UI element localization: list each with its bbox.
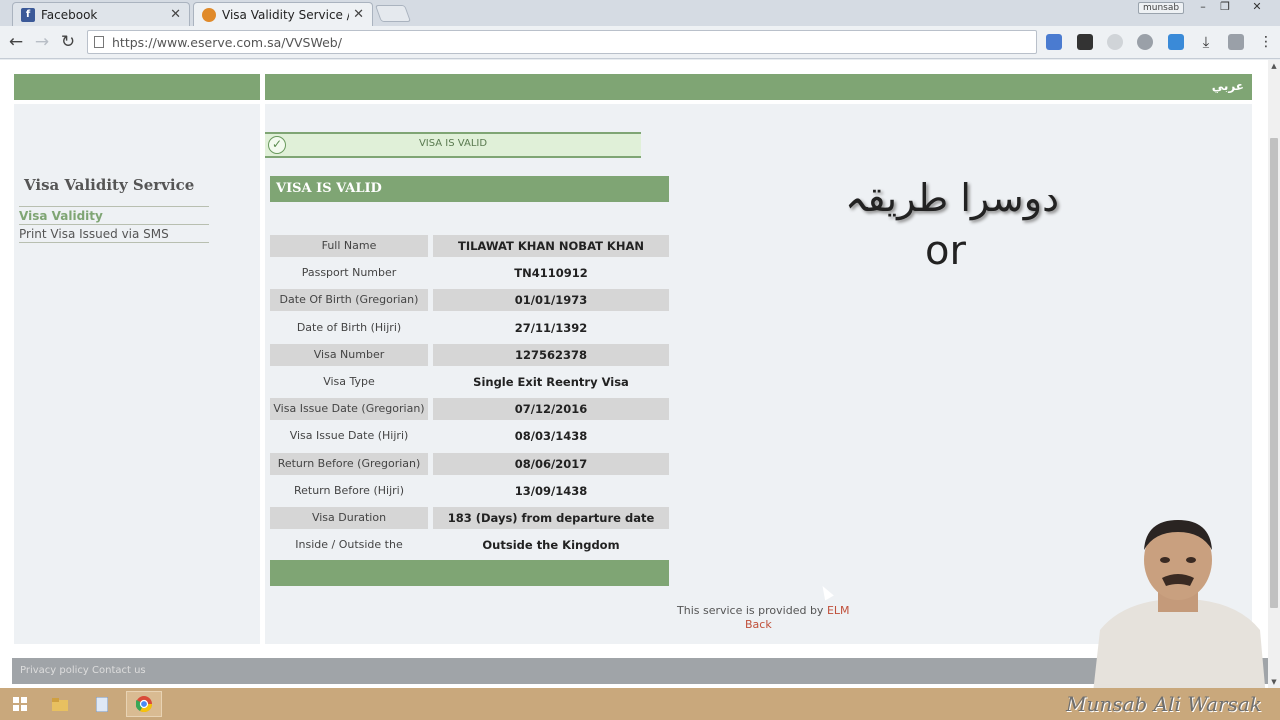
back-arrow-icon[interactable]: ← [6,32,26,52]
field-label: Full Name [270,235,428,257]
browser-toolbar: ← → ↻ https://www.eserve.com.sa/VVSWeb/ … [0,26,1280,59]
table-row: Visa Type Single Exit Reentry Visa [270,369,669,396]
field-label: Passport Number [301,266,397,280]
table-row: Visa Issue Date (Hijri) 08/03/1438 [270,423,669,450]
left-header-bar [14,74,260,100]
address-bar[interactable]: https://www.eserve.com.sa/VVSWeb/ [87,30,1037,54]
facebook-icon: f [21,7,35,22]
field-label: Visa Number [270,343,428,366]
field-value: 127562378 [433,343,669,366]
vertical-scrollbar[interactable]: ▲ ▼ [1268,60,1280,688]
field-label: Date of Birth (Hijri) [296,320,402,334]
scroll-down-arrow-icon[interactable]: ▼ [1268,678,1280,686]
chat-extension-icon[interactable] [1137,34,1153,50]
site-favicon-icon [202,7,216,22]
field-label: Visa Issue Date (Gregorian) [270,398,428,421]
field-value: Outside the Kingdom [482,538,620,553]
screen-extension-icon[interactable] [1168,34,1184,50]
field-label: Date Of Birth (Gregorian) [270,289,428,312]
right-header-bar: عربي [265,74,1252,100]
forward-arrow-icon[interactable]: → [32,32,52,52]
elm-link[interactable]: ELM [827,604,850,617]
arabic-language-link[interactable]: عربي [1212,79,1244,93]
table-row: Passport Number TN4110912 [270,260,669,287]
provided-by-text: This service is provided by ELM [677,604,850,617]
minimize-icon[interactable]: – [1192,0,1214,14]
status-banner: ✓ VISA IS VALID [265,132,641,158]
profile-badge[interactable]: munsab [1138,2,1185,14]
new-tab-button[interactable] [374,5,412,22]
table-row: Date of Birth (Hijri) 27/11/1392 [270,315,669,342]
field-label: Visa Duration [270,506,428,529]
reload-icon[interactable]: ↻ [58,32,78,52]
page-icon [94,36,104,48]
scroll-up-arrow-icon[interactable]: ▲ [1268,62,1280,70]
field-value: TILAWAT KHAN NOBAT KHAN [433,235,669,257]
field-label: Return Before (Gregorian) [270,452,428,475]
mouse-cursor-icon [818,583,834,601]
field-value: 01/01/1973 [433,289,669,312]
tab-facebook[interactable]: f Facebook ✕ [12,2,190,26]
table-row: Full Name TILAWAT KHAN NOBAT KHAN [270,233,669,260]
file-explorer-icon[interactable] [42,691,78,717]
sidebar: Visa Validity Service Visa Validity Prin… [14,104,260,644]
field-value: 27/11/1392 [514,320,588,335]
table-row: Visa Number 127562378 [270,342,669,369]
overlay-urdu-caption: دوسرا طریقہ [845,176,1059,220]
field-value: 08/03/1438 [514,429,588,444]
notepad-icon[interactable] [84,691,120,717]
page-footer-bar: Privacy policy Contact us [12,658,1268,684]
field-label: Visa Issue Date (Hijri) [289,429,409,443]
visa-details-table: Full Name TILAWAT KHAN NOBAT KHAN Passport… [270,233,669,573]
field-value: TN4110912 [514,266,588,281]
browser-tab-bar: f Facebook ✕ Visa Validity Service / برة… [0,0,1280,26]
watermark: Munsab Ali Warsak [1066,692,1262,716]
visa-table-footer-bar [270,560,669,586]
overlay-or-caption: or [925,228,966,274]
field-value: 07/12/2016 [433,398,669,421]
restore-icon[interactable]: ❐ [1214,0,1236,14]
table-row: Inside / Outside the Kingdom Outside the … [270,532,669,573]
tab-title: Facebook [41,7,98,22]
close-tab-icon[interactable]: ✕ [170,7,181,22]
contact-us-link[interactable]: Contact us [92,665,146,676]
field-label: Return Before (Hijri) [293,483,404,497]
table-row: Visa Issue Date (Gregorian) 07/12/2016 [270,396,669,423]
url-text: https://www.eserve.com.sa/VVSWeb/ [112,34,342,50]
table-row: Return Before (Gregorian) 08/06/2017 [270,451,669,478]
table-row: Return Before (Hijri) 13/09/1438 [270,478,669,505]
sidebar-item-print-visa-sms[interactable]: Print Visa Issued via SMS [19,224,209,243]
sidebar-item-visa-validity[interactable]: Visa Validity [19,206,209,224]
close-tab-icon[interactable]: ✕ [353,7,364,22]
store-extension-icon[interactable] [1077,34,1093,50]
windows-start-icon[interactable] [2,691,38,717]
status-banner-text: VISA IS VALID [418,138,488,149]
visa-result-heading: VISA IS VALID [270,176,669,202]
sidebar-title: Visa Validity Service [24,176,195,194]
vertical-scrollbar-thumb[interactable] [1270,138,1278,608]
tab-title: Visa Validity Service / برة [222,7,349,22]
field-value: 13/09/1438 [514,483,588,498]
download-icon[interactable]: ⤓ [1198,34,1214,50]
chrome-taskbar-icon[interactable] [126,691,162,717]
close-window-icon[interactable]: ✕ [1246,0,1268,14]
field-value: Single Exit Reentry Visa [473,374,629,389]
web-page: عربي Visa Validity Service Visa Validity… [0,60,1268,688]
back-link[interactable]: Back [745,618,772,631]
table-row: Visa Duration 183 (Days) from departure d… [270,505,669,532]
privacy-policy-link[interactable]: Privacy policy [20,665,89,676]
blocked-extension-icon[interactable] [1107,34,1123,50]
translate-extension-icon[interactable] [1046,34,1062,50]
field-value: 08/06/2017 [433,452,669,475]
field-value: 183 (Days) from departure date [433,506,669,529]
table-row: Date Of Birth (Gregorian) 01/01/1973 [270,287,669,314]
tab-visa-validity[interactable]: Visa Validity Service / برة ✕ [193,2,373,26]
menu-icon[interactable]: ⋮ [1258,34,1274,50]
field-label: Visa Type [323,374,375,388]
field-label: Inside / Outside the Kingdom [295,538,403,573]
shield-extension-icon[interactable] [1228,34,1244,50]
